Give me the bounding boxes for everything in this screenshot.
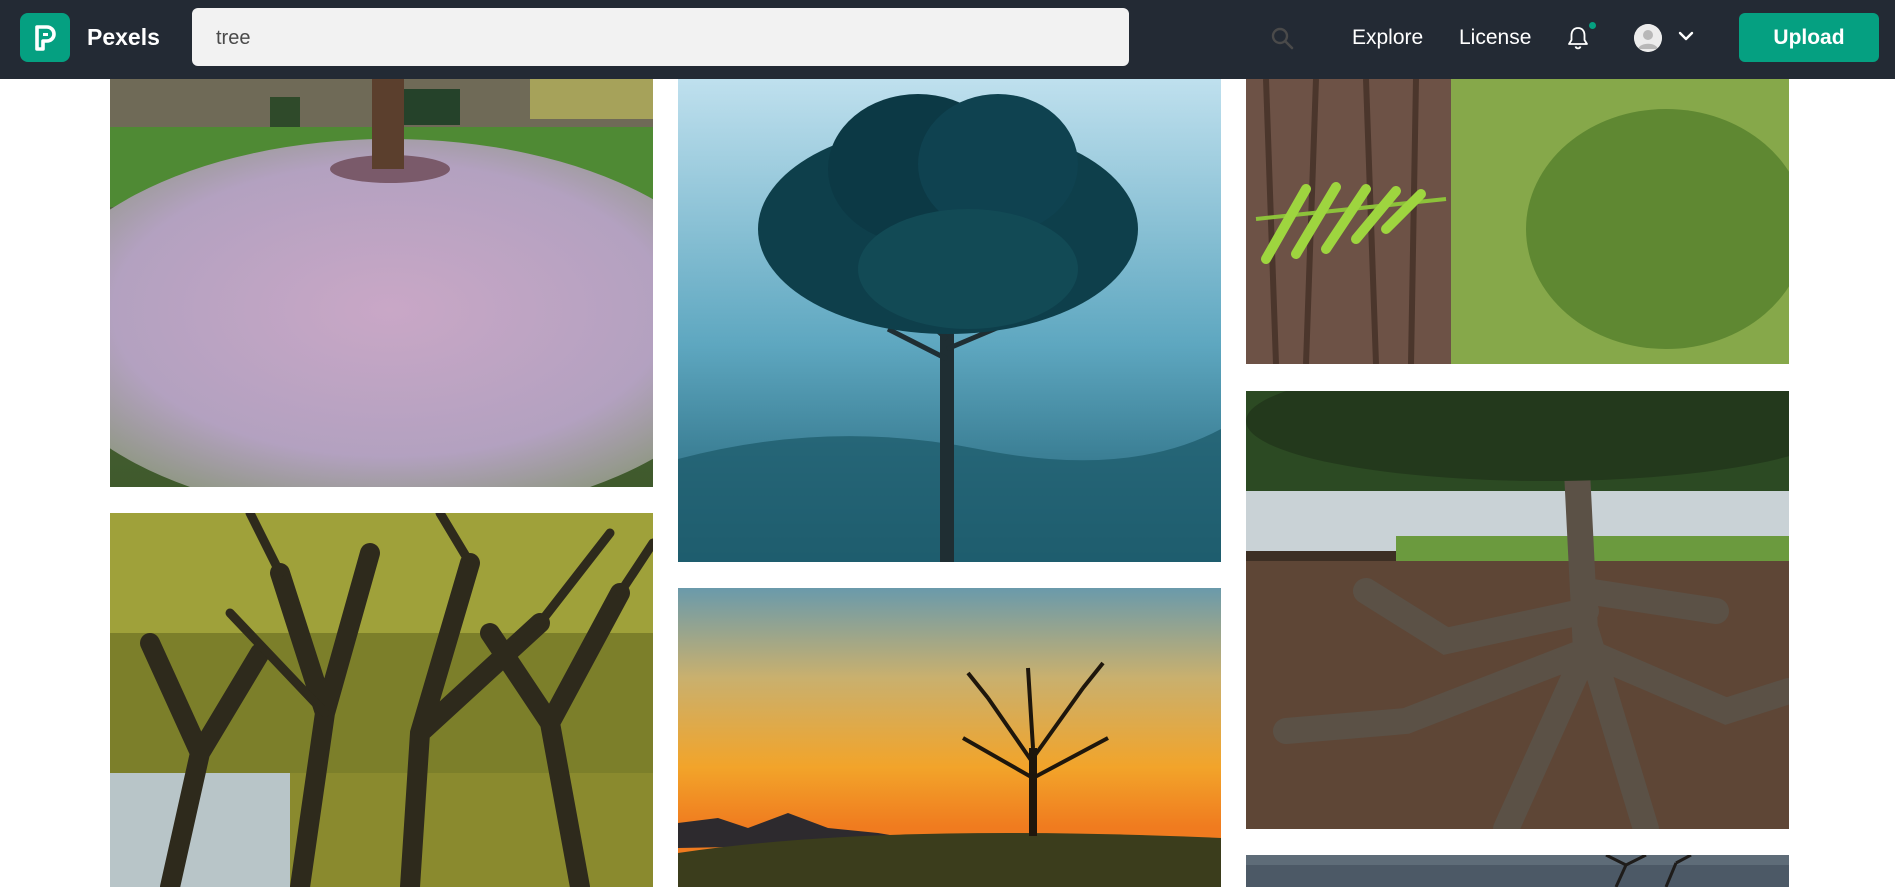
notification-bell-icon[interactable] — [1567, 26, 1589, 55]
photo-blossom-carpet-tree[interactable] — [110, 79, 653, 487]
search-input[interactable] — [214, 18, 1058, 58]
license-link[interactable]: License — [1459, 26, 1531, 50]
notification-dot — [1589, 22, 1596, 29]
explore-link[interactable]: Explore — [1352, 26, 1423, 50]
photo-tree-roots[interactable] — [1246, 391, 1789, 829]
pexels-logo-icon[interactable] — [20, 13, 70, 62]
photo-dusk-tree[interactable] — [1246, 855, 1789, 887]
top-navigation-bar: Pexels Explore License Upload — [0, 0, 1895, 79]
search-icon[interactable] — [1270, 26, 1294, 55]
chevron-down-icon[interactable] — [1677, 29, 1695, 48]
user-avatar-icon[interactable] — [1634, 24, 1662, 52]
brand-name[interactable]: Pexels — [87, 24, 160, 51]
photo-fern-bark[interactable] — [1246, 79, 1789, 364]
photo-tree-canopy[interactable] — [110, 513, 653, 887]
search-bar — [192, 8, 1294, 66]
photo-sunset-tree[interactable] — [678, 588, 1221, 887]
upload-button[interactable]: Upload — [1739, 13, 1879, 62]
photo-pine-tree-fog[interactable] — [678, 79, 1221, 562]
